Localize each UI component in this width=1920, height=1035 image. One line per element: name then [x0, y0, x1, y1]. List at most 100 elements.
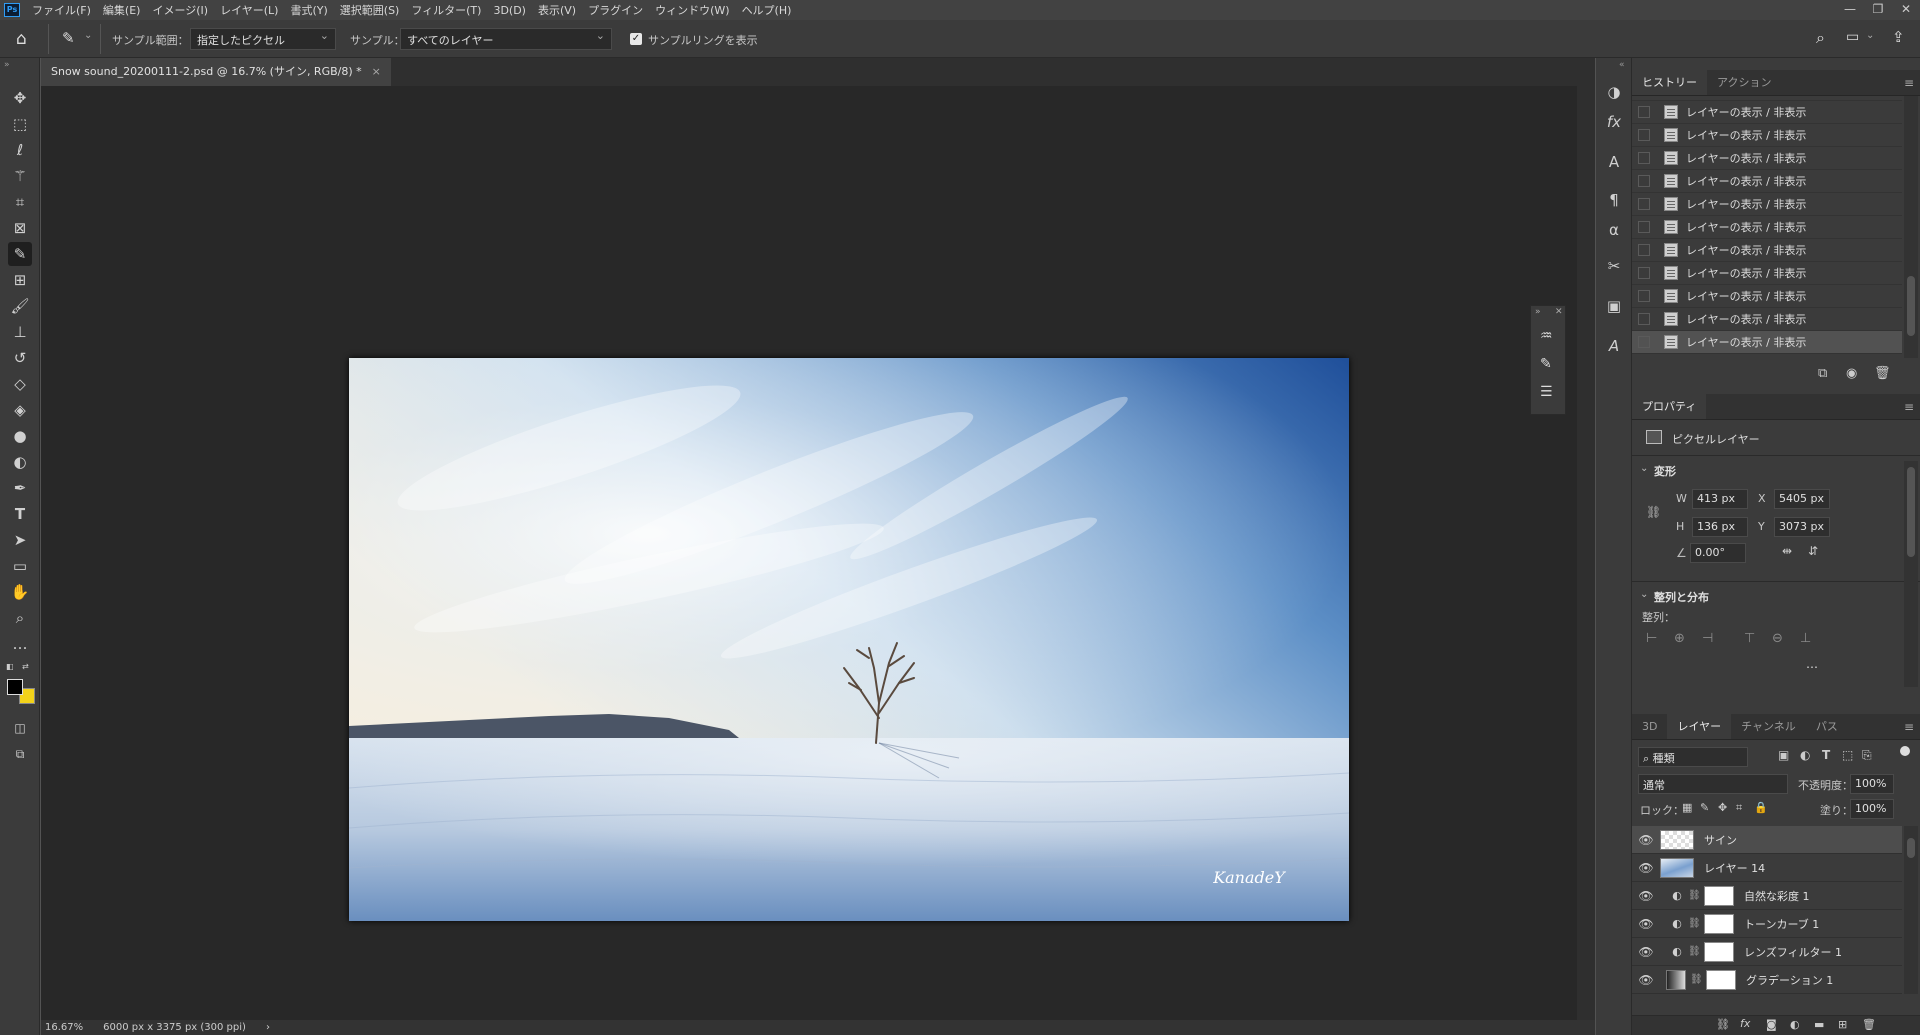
history-item-current[interactable]: レイヤーの表示 / 非表示 — [1632, 331, 1902, 354]
workspace-icon[interactable]: ▭ — [1846, 29, 1859, 45]
align-middle-v-icon[interactable]: ⊖ — [1772, 631, 1783, 646]
menu-select[interactable]: 選択範囲(S) — [334, 2, 406, 18]
filter-pixel-icon[interactable]: ▣ — [1778, 748, 1789, 762]
history-scrollbar[interactable] — [1904, 96, 1918, 358]
default-colors-icon[interactable]: ◧ — [6, 662, 14, 671]
sample-size-select[interactable]: 指定したピクセル — [190, 28, 336, 50]
chain-link-icon[interactable]: ⛓ — [1690, 974, 1703, 985]
history-item[interactable]: レイヤーの表示 / 非表示 — [1632, 193, 1902, 216]
eyedropper-tool-preset-icon[interactable]: ✎ — [62, 29, 75, 47]
panel-menu-icon[interactable]: ≡ — [1904, 394, 1914, 420]
marquee-tool-icon[interactable]: ⬚ — [8, 112, 32, 136]
pen-tool-icon[interactable]: ✒ — [8, 476, 32, 500]
menu-help[interactable]: ヘルプ(H) — [736, 2, 798, 18]
eye-icon[interactable]: 👁 — [1636, 889, 1656, 903]
add-mask-icon[interactable]: ◙ — [1766, 1018, 1777, 1031]
layer-row[interactable]: 👁 ◐ ⛓ レンズフィルター 1 — [1632, 938, 1902, 966]
close-window-button[interactable]: ✕ — [1892, 0, 1920, 20]
blend-mode-select[interactable]: 通常 — [1638, 774, 1788, 794]
menu-layer[interactable]: レイヤー(L) — [214, 2, 284, 18]
menu-3d[interactable]: 3D(D) — [487, 4, 532, 17]
layer-mask-thumbnail[interactable] — [1704, 941, 1734, 962]
status-arrow-icon[interactable]: › — [266, 1022, 270, 1033]
more-options-icon[interactable]: … — [1806, 657, 1818, 671]
layer-mask-thumbnail[interactable] — [1706, 969, 1736, 990]
move-tool-icon[interactable]: ✥ — [8, 86, 32, 110]
vertical-scrollbar[interactable] — [1577, 86, 1595, 1020]
fx-icon[interactable]: fx — [1740, 1017, 1750, 1030]
history-item[interactable]: レイヤーの表示 / 非表示 — [1632, 147, 1902, 170]
restore-button[interactable]: ❐ — [1864, 0, 1892, 20]
character-icon[interactable]: A — [1602, 150, 1626, 174]
swap-colors-icon[interactable]: ⇄ — [22, 662, 29, 671]
chevron-down-icon[interactable]: ⌄ — [1866, 30, 1874, 41]
color-icon[interactable]: ◑ — [1602, 80, 1626, 104]
more-tools-icon[interactable]: … — [8, 632, 32, 656]
paint-bucket-tool-icon[interactable]: ◈ — [8, 398, 32, 422]
menu-image[interactable]: イメージ(I) — [146, 2, 214, 18]
eye-icon[interactable]: 👁 — [1636, 833, 1656, 847]
menu-filter[interactable]: フィルター(T) — [405, 2, 487, 18]
panel-menu-icon[interactable]: ≡ — [1904, 714, 1914, 740]
link-layers-icon[interactable]: ⛓ — [1716, 1018, 1730, 1031]
layer-row[interactable]: 👁 ⛓ グラデーション 1 — [1632, 966, 1902, 994]
menu-edit[interactable]: 編集(E) — [97, 2, 147, 18]
zoom-level[interactable]: 16.67% — [45, 1022, 83, 1033]
lock-pixels-icon[interactable]: ✎ — [1700, 801, 1709, 814]
chain-link-icon[interactable]: ⛓ — [1688, 890, 1701, 901]
magic-wand-tool-icon[interactable]: ⚚ — [8, 164, 32, 188]
tab-properties[interactable]: プロパティ — [1632, 394, 1707, 419]
height-field[interactable]: 136 px — [1692, 517, 1748, 537]
new-document-from-state-icon[interactable]: ⧉ — [1818, 366, 1827, 381]
search-icon[interactable]: ⌕ — [1816, 28, 1825, 48]
align-bottom-icon[interactable]: ⊥ — [1800, 631, 1811, 646]
align-center-h-icon[interactable]: ⊕ — [1674, 631, 1685, 646]
expand-icon[interactable]: » — [1535, 307, 1541, 317]
document-image[interactable]: KanadeY — [349, 358, 1349, 921]
menu-view[interactable]: 表示(V) — [532, 2, 582, 18]
paragraph-styles-icon[interactable]: ¶ — [1602, 188, 1626, 212]
tab-paths[interactable]: パス — [1806, 714, 1848, 739]
lock-all-icon[interactable]: 🔒 — [1754, 801, 1768, 814]
brush-tool-icon[interactable]: 🖌 — [8, 294, 32, 318]
new-adjustment-icon[interactable]: ◐ — [1790, 1018, 1800, 1031]
filter-type-icon[interactable]: T — [1822, 748, 1830, 762]
angle-field[interactable]: 0.00° — [1690, 543, 1746, 563]
filter-toggle-icon[interactable] — [1900, 746, 1910, 756]
trash-icon[interactable]: 🗑 — [1862, 1018, 1876, 1031]
document-info[interactable]: 6000 px x 3375 px (300 ppi) — [103, 1022, 246, 1033]
filter-adjustment-icon[interactable]: ◐ — [1800, 748, 1810, 762]
chevron-down-icon[interactable]: ⌄ — [84, 30, 92, 41]
history-item[interactable]: レイヤーの表示 / 非表示 — [1632, 124, 1902, 147]
foreground-color-swatch[interactable] — [7, 679, 23, 695]
history-brush-tool-icon[interactable]: ↺ — [8, 346, 32, 370]
healing-brush-tool-icon[interactable]: ⊞ — [8, 268, 32, 292]
tab-layers[interactable]: レイヤー — [1667, 714, 1732, 739]
trash-icon[interactable]: 🗑 — [1874, 366, 1891, 381]
history-item[interactable]: レイヤーの表示 / 非表示 — [1632, 170, 1902, 193]
eye-icon[interactable]: 👁 — [1636, 861, 1656, 875]
tab-channels[interactable]: チャンネル — [1731, 714, 1806, 739]
menu-type[interactable]: 書式(Y) — [284, 2, 333, 18]
close-tab-icon[interactable]: × — [372, 58, 381, 86]
tab-history[interactable]: ヒストリー — [1632, 70, 1707, 95]
history-item[interactable]: レイヤーの表示 / 非表示 — [1632, 101, 1902, 124]
screen-mode-icon[interactable]: ⧉ — [8, 742, 32, 766]
align-right-icon[interactable]: ⊣ — [1702, 631, 1713, 646]
document-tab[interactable]: Snow sound_20200111-2.psd @ 16.7% (サイン, … — [41, 58, 391, 86]
y-field[interactable]: 3073 px — [1774, 517, 1830, 537]
eye-icon[interactable]: 👁 — [1636, 973, 1656, 987]
layer-row[interactable]: 👁 ◐ ⛓ 自然な彩度 1 — [1632, 882, 1902, 910]
history-item[interactable]: レイヤーの表示 / 非表示 — [1632, 216, 1902, 239]
lock-artboard-icon[interactable]: ⌗ — [1736, 801, 1742, 815]
collapse-icon[interactable]: » — [4, 60, 10, 70]
layer-mask-thumbnail[interactable] — [1704, 885, 1734, 906]
sample-layers-select[interactable]: すべてのレイヤー — [400, 28, 612, 50]
snapshot-camera-icon[interactable]: ◉ — [1846, 366, 1857, 381]
flip-vertical-icon[interactable]: ⇵ — [1808, 544, 1818, 558]
x-field[interactable]: 5405 px — [1774, 489, 1830, 509]
layer-row[interactable]: 👁 レイヤー 14 — [1632, 854, 1902, 882]
opacity-field[interactable]: 100% — [1850, 774, 1894, 794]
fill-field[interactable]: 100% — [1850, 799, 1894, 819]
home-icon[interactable]: ⌂ — [16, 29, 27, 49]
